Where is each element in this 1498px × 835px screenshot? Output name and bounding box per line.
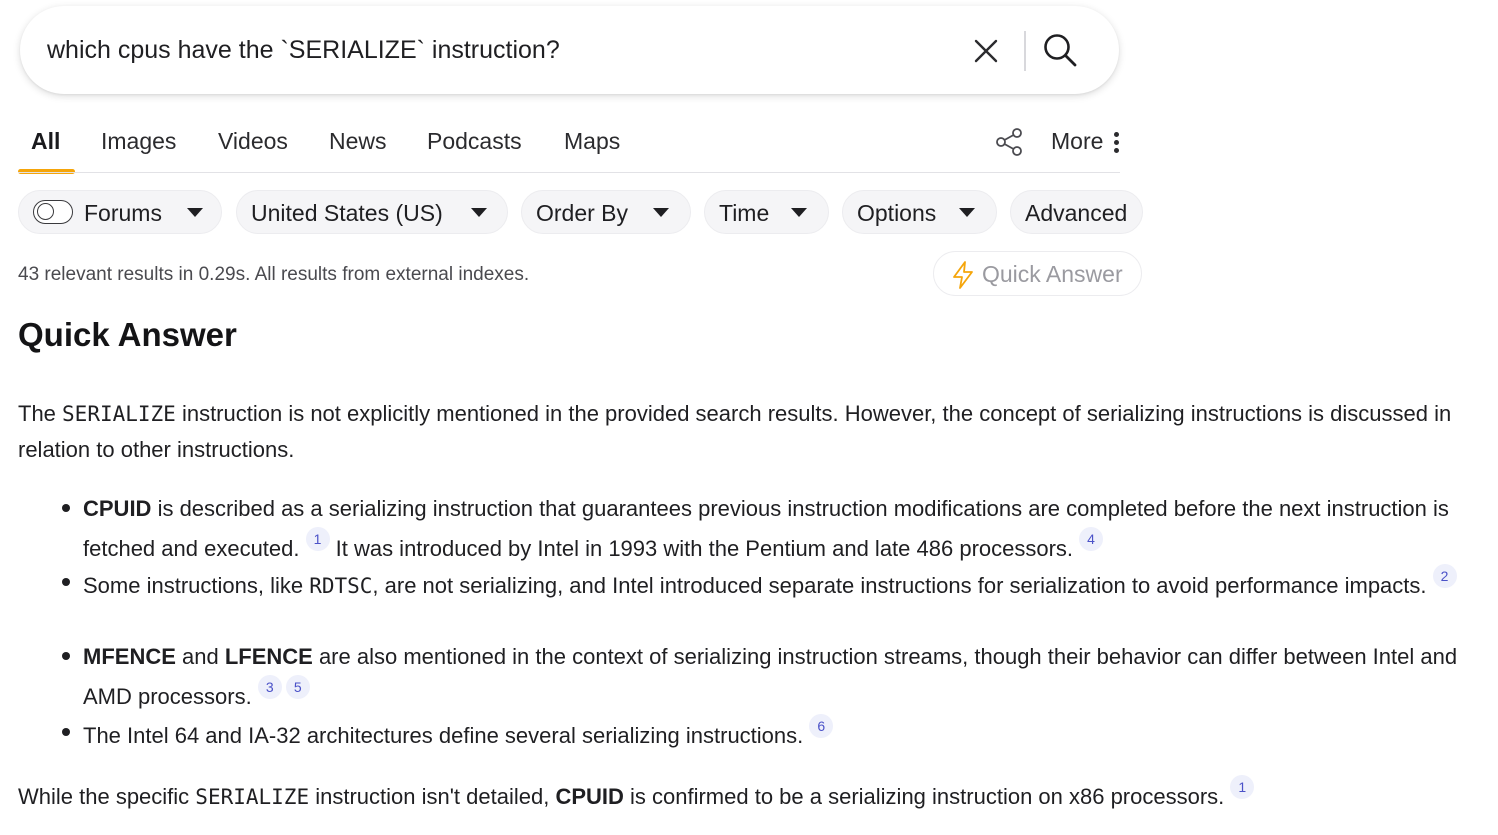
- citation-badge[interactable]: 1: [305, 527, 330, 551]
- chevron-down-icon: [187, 208, 203, 217]
- tabs-divider: [18, 172, 1120, 173]
- region-filter[interactable]: United States (US): [236, 190, 508, 234]
- code-serialize: SERIALIZE: [62, 402, 176, 426]
- citation-badge[interactable]: 5: [285, 675, 310, 699]
- results-stats: 43 relevant results in 0.29s. All result…: [18, 264, 530, 285]
- search-divider: [1024, 31, 1026, 71]
- chevron-down-icon: [791, 208, 807, 217]
- chevron-down-icon: [471, 208, 487, 217]
- share-icon[interactable]: [994, 127, 1024, 157]
- tab-news[interactable]: News: [329, 128, 387, 155]
- order-by-filter-label: Order By: [536, 200, 629, 226]
- search-icon[interactable]: [1042, 32, 1078, 68]
- chevron-down-icon: [959, 208, 975, 217]
- quick-answer-button-label: Quick Answer: [982, 261, 1123, 287]
- chevron-down-icon: [653, 208, 669, 217]
- advanced-filter[interactable]: Advanced: [1010, 190, 1143, 234]
- tab-all[interactable]: All: [31, 128, 60, 155]
- forums-filter-label: Forums: [84, 200, 162, 226]
- options-filter[interactable]: Options: [842, 190, 997, 234]
- tab-maps[interactable]: Maps: [564, 128, 620, 155]
- advanced-filter-label: Advanced: [1025, 200, 1128, 226]
- more-button[interactable]: More: [1051, 128, 1103, 155]
- time-filter[interactable]: Time: [704, 190, 829, 234]
- tab-images[interactable]: Images: [101, 128, 176, 155]
- more-dots-icon[interactable]: [1113, 132, 1121, 154]
- options-filter-label: Options: [857, 200, 937, 226]
- search-input[interactable]: [47, 30, 947, 70]
- quick-answer-heading: Quick Answer: [18, 316, 237, 353]
- forums-filter[interactable]: Forums: [18, 190, 222, 234]
- citation-badge[interactable]: 3: [257, 675, 282, 699]
- tab-videos[interactable]: Videos: [218, 128, 288, 155]
- clear-icon[interactable]: [973, 38, 999, 64]
- forums-toggle[interactable]: [33, 200, 73, 224]
- answer-conclusion: While the specific SERIALIZE instruction…: [18, 775, 1478, 815]
- citation-badge[interactable]: 2: [1432, 564, 1457, 588]
- region-filter-label: United States (US): [251, 200, 443, 226]
- tab-podcasts[interactable]: Podcasts: [427, 128, 522, 155]
- citation-badge[interactable]: 4: [1079, 527, 1104, 551]
- citation-badge[interactable]: 1: [1230, 775, 1255, 799]
- order-by-filter[interactable]: Order By: [521, 190, 691, 234]
- search-box: [20, 6, 1119, 94]
- citation-badge[interactable]: 6: [809, 714, 834, 738]
- time-filter-label: Time: [719, 200, 770, 226]
- quick-answer-button[interactable]: Quick Answer: [933, 251, 1142, 296]
- answer-intro: The SERIALIZE instruction is not explici…: [18, 401, 1452, 462]
- lightning-icon: [953, 261, 973, 289]
